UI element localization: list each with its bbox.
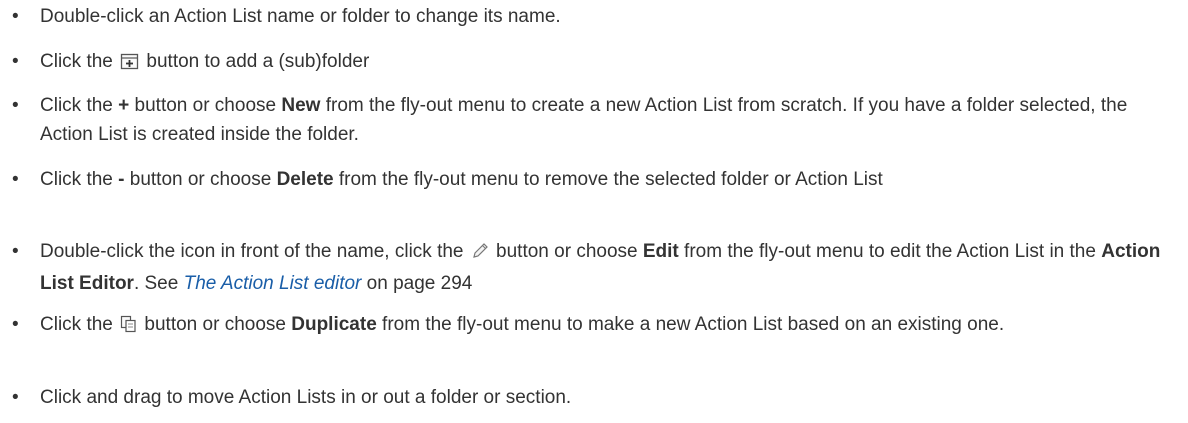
item-text: Click and drag to move Action Lists in o… <box>40 387 572 408</box>
bullet: • <box>12 95 19 116</box>
bullet: • <box>12 51 19 72</box>
bullet: • <box>12 241 19 262</box>
pencil-icon <box>471 240 489 269</box>
item-text: Click the + button or choose New from th… <box>40 95 1128 145</box>
duplicate-icon <box>120 313 137 342</box>
item-text: Click the button or choose Duplicate fro… <box>40 310 1172 342</box>
item-text: Click the button to add a (sub)folder <box>40 47 1172 79</box>
item-text: Click the - button or choose Delete from… <box>40 169 883 190</box>
plus-symbol: + <box>118 95 130 116</box>
action-list-editor-link[interactable]: The Action List editor <box>184 273 362 294</box>
bullet: • <box>12 314 19 335</box>
new-menu-label: New <box>281 95 321 116</box>
item-text: Double-click the icon in front of the na… <box>40 240 1161 294</box>
bullet: • <box>12 169 19 190</box>
delete-menu-label: Delete <box>276 169 334 190</box>
bullet: • <box>12 6 19 27</box>
edit-menu-label: Edit <box>642 241 679 262</box>
duplicate-menu-label: Duplicate <box>291 314 377 335</box>
add-folder-icon <box>120 50 139 79</box>
item-text: Double-click an Action List name or fold… <box>40 6 561 27</box>
bullet: • <box>12 387 19 408</box>
